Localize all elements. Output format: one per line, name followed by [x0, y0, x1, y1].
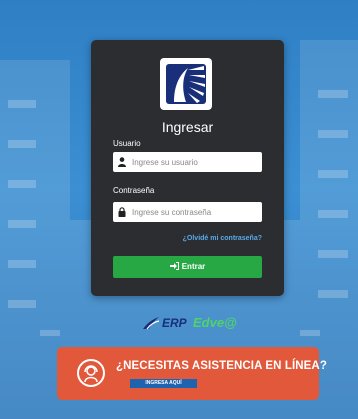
erp-text: ERP	[162, 316, 187, 330]
swoosh-icon	[143, 317, 160, 330]
username-field-wrapper[interactable]	[113, 152, 262, 172]
window	[300, 330, 320, 336]
username-input[interactable]	[132, 152, 257, 172]
support-agent-icon	[77, 359, 105, 387]
user-icon	[118, 157, 126, 167]
window	[8, 260, 36, 268]
login-button-label: Entrar	[181, 262, 206, 271]
forgot-password-link[interactable]: ¿Olvidé mi contraseña?	[113, 235, 262, 242]
window	[8, 140, 36, 148]
window	[40, 330, 60, 336]
window	[318, 210, 348, 218]
erp-logo: ERP Edve@	[141, 315, 261, 331]
window	[318, 130, 348, 138]
support-headline: ¿NECESITAS ASISTENCIA EN LÍNEA?	[116, 360, 327, 372]
window	[8, 220, 36, 228]
window	[318, 250, 348, 258]
login-title: Ingresar	[161, 119, 214, 135]
profile-sunburst-icon	[166, 64, 206, 104]
lock-icon	[118, 207, 126, 217]
username-label: Usuario	[113, 139, 141, 148]
password-field-wrapper[interactable]	[113, 202, 262, 222]
password-input[interactable]	[132, 202, 257, 222]
window	[8, 180, 36, 188]
window	[318, 290, 348, 298]
password-label: Contraseña	[113, 186, 155, 195]
support-cta-button[interactable]: INGRESA AQUÍ	[130, 379, 197, 388]
window	[318, 90, 348, 98]
window	[8, 100, 36, 108]
window	[318, 170, 348, 178]
login-button[interactable]: Entrar	[113, 256, 262, 278]
sign-in-icon	[169, 262, 179, 270]
institution-logo	[160, 58, 212, 110]
product-text: Edve@	[193, 315, 237, 330]
support-banner[interactable]: ¿NECESITAS ASISTENCIA EN LÍNEA? INGRESA …	[57, 347, 327, 400]
window	[8, 300, 36, 308]
